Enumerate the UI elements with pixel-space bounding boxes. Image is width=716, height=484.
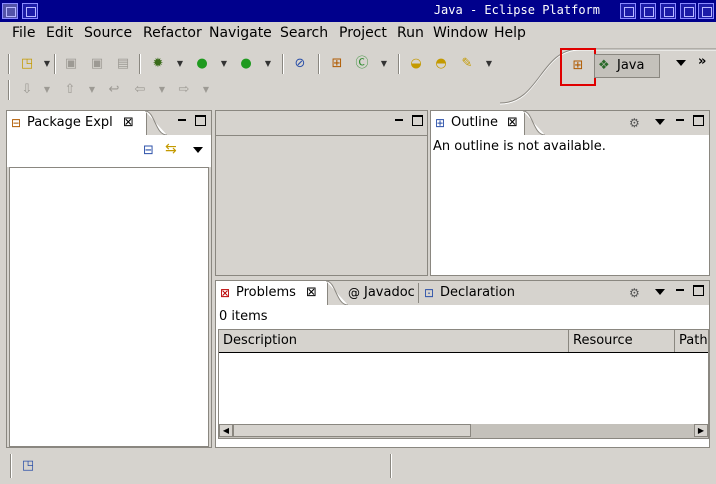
menu-navigate[interactable]: Navigate xyxy=(209,25,272,41)
tab-declaration[interactable]: ⊡ Declaration xyxy=(420,281,520,305)
maximize-view-icon[interactable] xyxy=(195,115,206,126)
menu-file[interactable]: File xyxy=(12,25,35,41)
maximize-icon[interactable] xyxy=(680,3,696,19)
bottom-toolbar-icon[interactable]: ⚙ xyxy=(629,286,640,300)
menu-window[interactable]: Window xyxy=(433,25,488,41)
bottom-maximize-icon[interactable] xyxy=(693,285,704,296)
editor-area xyxy=(215,110,428,276)
outline-title: Outline xyxy=(451,115,499,130)
column-resource[interactable]: Resource xyxy=(569,330,675,352)
column-path[interactable]: Path xyxy=(675,330,708,352)
perspective-overflow-icon[interactable]: » xyxy=(698,54,706,69)
menu-edit[interactable]: Edit xyxy=(46,25,73,41)
menu-refactor[interactable]: Refactor xyxy=(143,25,202,41)
problems-icon: ⊠ xyxy=(220,286,231,300)
minimize-icon[interactable] xyxy=(660,3,676,19)
javadoc-title: Javadoc xyxy=(364,285,415,300)
window-title: Java - Eclipse Platform xyxy=(433,3,600,17)
tab-curve xyxy=(523,111,545,136)
tab-curve xyxy=(145,111,167,136)
package-explorer-view: ⊟ Package Expl ⊠ ⊟ ⇆ xyxy=(6,110,212,448)
window-shade-right-icon[interactable] xyxy=(620,3,636,19)
tab-outline[interactable]: ⊞ Outline ⊠ xyxy=(431,111,525,135)
table-header: Description Resource Path xyxy=(219,330,708,353)
declaration-title: Declaration xyxy=(440,285,515,300)
close-icon[interactable]: ⊠ xyxy=(123,111,134,135)
problems-title: Problems xyxy=(236,285,296,300)
outline-toolbar-icon[interactable]: ⚙ xyxy=(629,116,640,130)
declaration-icon: ⊡ xyxy=(424,286,435,300)
title-bar: Java - Eclipse Platform xyxy=(0,0,716,22)
outline-content: An outline is not available. xyxy=(431,135,709,275)
close-icon[interactable]: ⊠ xyxy=(306,281,317,305)
menu-bar: File Edit Source Refactor Navigate Searc… xyxy=(0,22,716,44)
outline-view-menu-icon[interactable] xyxy=(655,119,665,125)
java-perspective-icon: ❖ xyxy=(598,58,610,73)
close-icon[interactable]: ⊠ xyxy=(507,111,518,135)
menu-help[interactable]: Help xyxy=(494,25,526,41)
status-separator xyxy=(390,454,392,478)
tab-separator xyxy=(418,283,419,303)
package-explorer-tree[interactable] xyxy=(9,167,209,447)
outline-message: An outline is not available. xyxy=(433,139,606,154)
scroll-right-icon[interactable]: ▶ xyxy=(694,424,708,437)
problems-content: 0 items Description Resource Path ◀ ▶ xyxy=(216,305,709,447)
table-body[interactable] xyxy=(219,353,708,425)
menu-search[interactable]: Search xyxy=(280,25,328,41)
fast-view-icon[interactable]: ◳ xyxy=(20,458,36,474)
tab-package-explorer[interactable]: ⊟ Package Expl ⊠ xyxy=(7,111,147,135)
status-bar: ◳ xyxy=(0,450,716,484)
outline-view: ⊞ Outline ⊠ ⚙ An outline is not availabl… xyxy=(430,110,710,276)
editor-divider xyxy=(216,135,427,136)
menu-run[interactable]: Run xyxy=(397,25,424,41)
column-description[interactable]: Description xyxy=(219,330,569,352)
scroll-thumb[interactable] xyxy=(233,424,471,437)
tab-javadoc[interactable]: @ Javadoc xyxy=(344,281,418,305)
problems-table: Description Resource Path ◀ ▶ xyxy=(218,329,709,439)
status-grip xyxy=(10,454,12,478)
bottom-minimize-icon[interactable] xyxy=(675,285,686,296)
view-menu-icon[interactable] xyxy=(193,147,203,153)
close-icon[interactable] xyxy=(698,3,714,19)
editor-maximize-icon[interactable] xyxy=(412,115,423,126)
perspective-menu-icon[interactable] xyxy=(676,60,686,66)
bottom-view-menu-icon[interactable] xyxy=(655,289,665,295)
bottom-view: ⊠ Problems ⊠ @ Javadoc ⊡ Declaration ⚙ 0… xyxy=(215,280,710,448)
java-perspective-label: Java xyxy=(617,58,645,73)
scroll-left-icon[interactable]: ◀ xyxy=(219,424,233,437)
package-explorer-toolbar: ⊟ ⇆ xyxy=(7,135,211,167)
package-explorer-title: Package Expl xyxy=(27,115,113,130)
minimize-view-icon[interactable] xyxy=(177,115,188,126)
menu-project[interactable]: Project xyxy=(339,25,387,41)
package-explorer-icon: ⊟ xyxy=(11,116,22,130)
outline-maximize-icon[interactable] xyxy=(693,115,704,126)
outline-icon: ⊞ xyxy=(435,116,446,130)
horizontal-scrollbar[interactable]: ◀ ▶ xyxy=(219,424,708,438)
window-sticky-icon[interactable] xyxy=(640,3,656,19)
open-perspective-icon[interactable]: ⊞ xyxy=(570,58,586,74)
java-perspective-button[interactable]: ❖ Java xyxy=(594,54,660,78)
items-count: 0 items xyxy=(219,309,268,324)
collapse-all-icon[interactable]: ⊟ xyxy=(143,143,154,158)
tab-problems[interactable]: ⊠ Problems ⊠ xyxy=(216,281,328,305)
outline-minimize-icon[interactable] xyxy=(675,115,686,126)
link-with-editor-icon[interactable]: ⇆ xyxy=(165,141,177,157)
editor-minimize-icon[interactable] xyxy=(394,115,405,126)
at-icon: @ xyxy=(348,286,360,300)
menu-source[interactable]: Source xyxy=(84,25,132,41)
